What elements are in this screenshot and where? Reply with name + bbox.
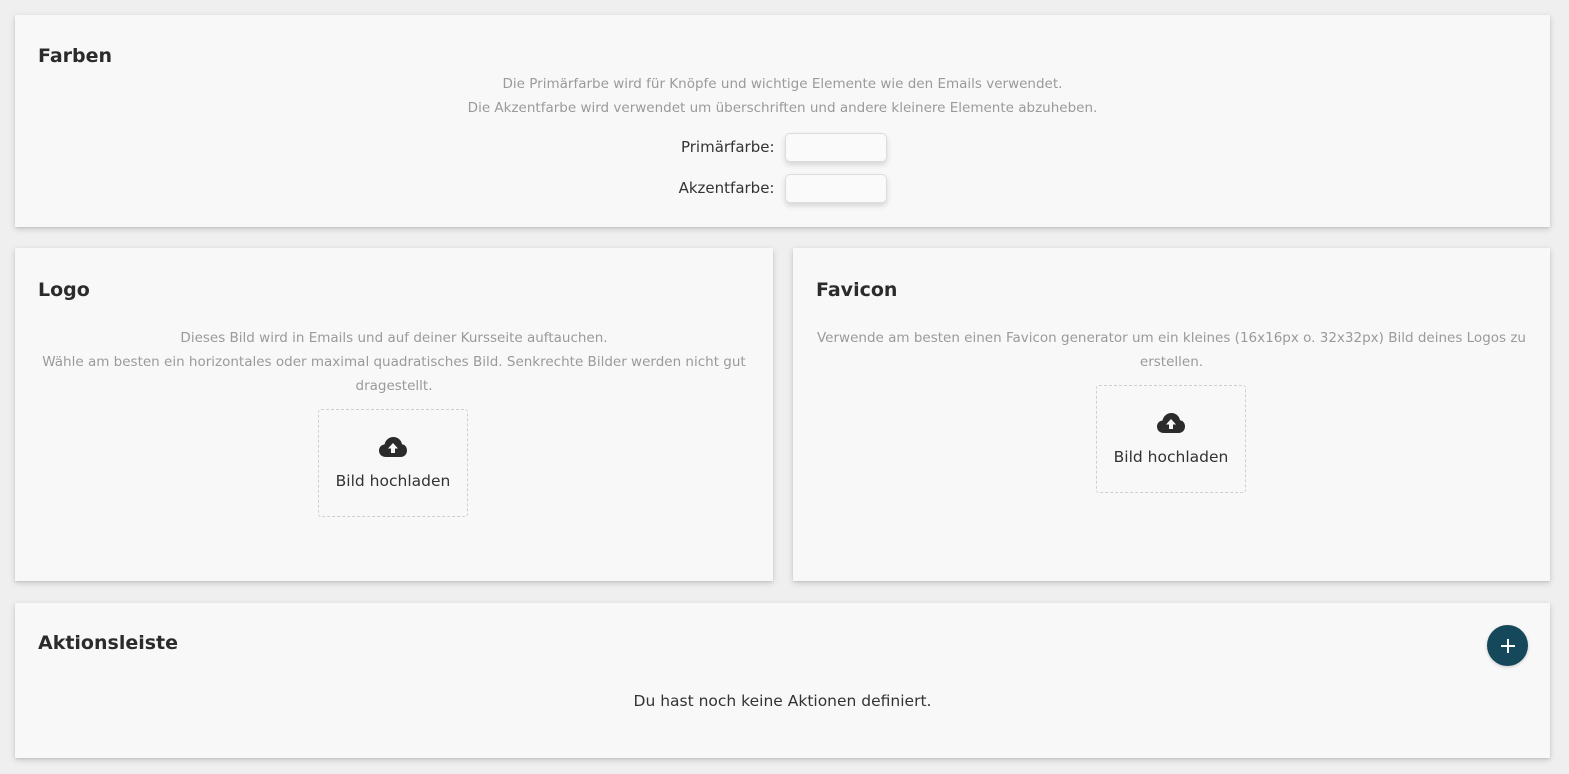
colors-card: Farben Die Primärfarbe wird für Knöpfe u… — [15, 15, 1550, 227]
primary-color-picker[interactable] — [784, 132, 887, 162]
colors-card-title: Farben — [38, 45, 113, 67]
logo-description-line: Wähle am besten ein horizontales oder ma… — [42, 354, 746, 370]
accent-color-row: Akzentfarbe: — [15, 172, 1550, 204]
colors-description-line: Die Primärfarbe wird für Knöpfe und wich… — [502, 76, 1063, 92]
favicon-description-line: Verwende am besten einen Favicon generat… — [817, 330, 1526, 346]
logo-description-line: Dieses Bild wird in Emails und auf deine… — [180, 330, 608, 346]
accent-color-picker[interactable] — [784, 173, 887, 203]
actions-card-title: Aktionsleiste — [38, 632, 179, 654]
cloud-upload-icon — [319, 436, 467, 460]
favicon-upload-dropzone[interactable]: Bild hochladen — [1096, 385, 1246, 493]
accent-color-label: Akzentfarbe: — [678, 179, 775, 197]
logo-description-line: dragestellt. — [355, 378, 433, 394]
favicon-description: Verwende am besten einen Favicon generat… — [793, 326, 1550, 374]
logo-card-title: Logo — [38, 279, 90, 301]
colors-description: Die Primärfarbe wird für Knöpfe und wich… — [15, 72, 1550, 120]
favicon-card-title: Favicon — [816, 279, 898, 301]
favicon-card: Favicon Verwende am besten einen Favicon… — [793, 248, 1550, 581]
cloud-upload-icon — [1097, 412, 1245, 436]
actions-card: Aktionsleiste Du hast noch keine Aktione… — [15, 603, 1550, 758]
favicon-upload-label: Bild hochladen — [1113, 448, 1229, 466]
primary-color-label: Primärfarbe: — [680, 138, 775, 156]
logo-upload-dropzone[interactable]: Bild hochladen — [318, 409, 468, 517]
primary-color-row: Primärfarbe: — [15, 131, 1550, 163]
add-action-button[interactable] — [1487, 625, 1528, 666]
colors-description-line: Die Akzentfarbe wird verwendet um übersc… — [467, 100, 1098, 116]
actions-empty-message: Du hast noch keine Aktionen definiert. — [633, 692, 932, 710]
plus-icon — [1500, 638, 1515, 653]
logo-card: Logo Dieses Bild wird in Emails und auf … — [15, 248, 773, 581]
favicon-description-line: erstellen. — [1139, 354, 1204, 370]
logo-description: Dieses Bild wird in Emails und auf deine… — [15, 326, 773, 398]
logo-upload-label: Bild hochladen — [335, 472, 451, 490]
